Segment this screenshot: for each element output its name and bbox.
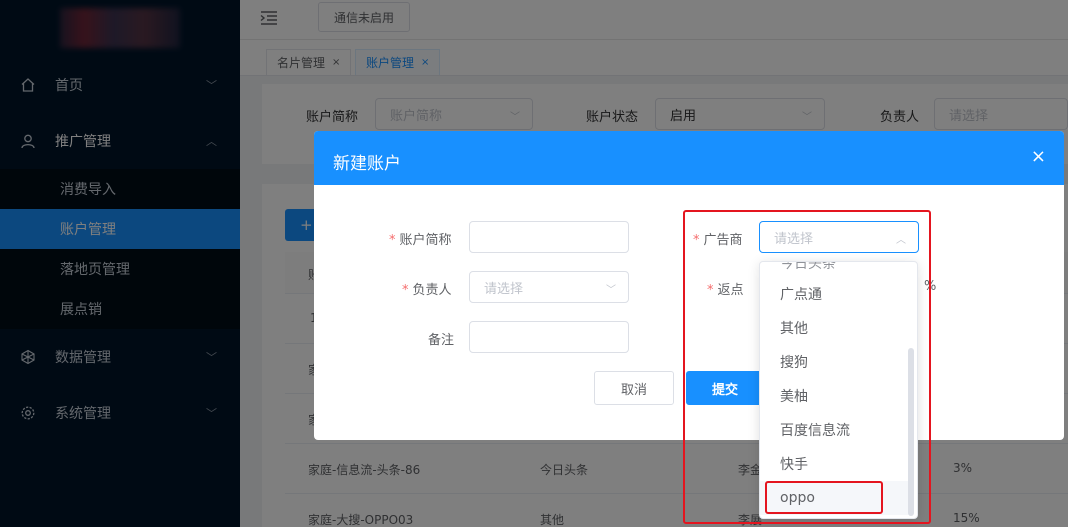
remark-input[interactable] — [469, 321, 629, 353]
required-mark: * — [389, 233, 396, 248]
close-icon[interactable]: × — [1031, 146, 1046, 167]
required-mark: * — [402, 283, 409, 298]
account-name-label: * 账户简称 — [389, 229, 452, 248]
label-text: 负责人 — [412, 283, 452, 298]
account-name-input[interactable] — [469, 221, 629, 253]
cancel-button[interactable]: 取消 — [594, 371, 674, 405]
placeholder: 请选择 — [484, 281, 524, 297]
dialog-header: 新建账户 × — [314, 131, 1064, 185]
label-text: 账户简称 — [399, 233, 452, 248]
owner-label: * 负责人 — [402, 279, 452, 298]
remark-label: 备注 — [428, 333, 455, 348]
dialog-title: 新建账户 — [333, 154, 401, 174]
highlight-box-advertiser — [683, 210, 931, 524]
highlight-box-oppo — [765, 481, 883, 514]
owner-select[interactable]: 请选择 ﹀ — [469, 271, 629, 303]
chevron-down-icon: ﹀ — [606, 285, 616, 296]
